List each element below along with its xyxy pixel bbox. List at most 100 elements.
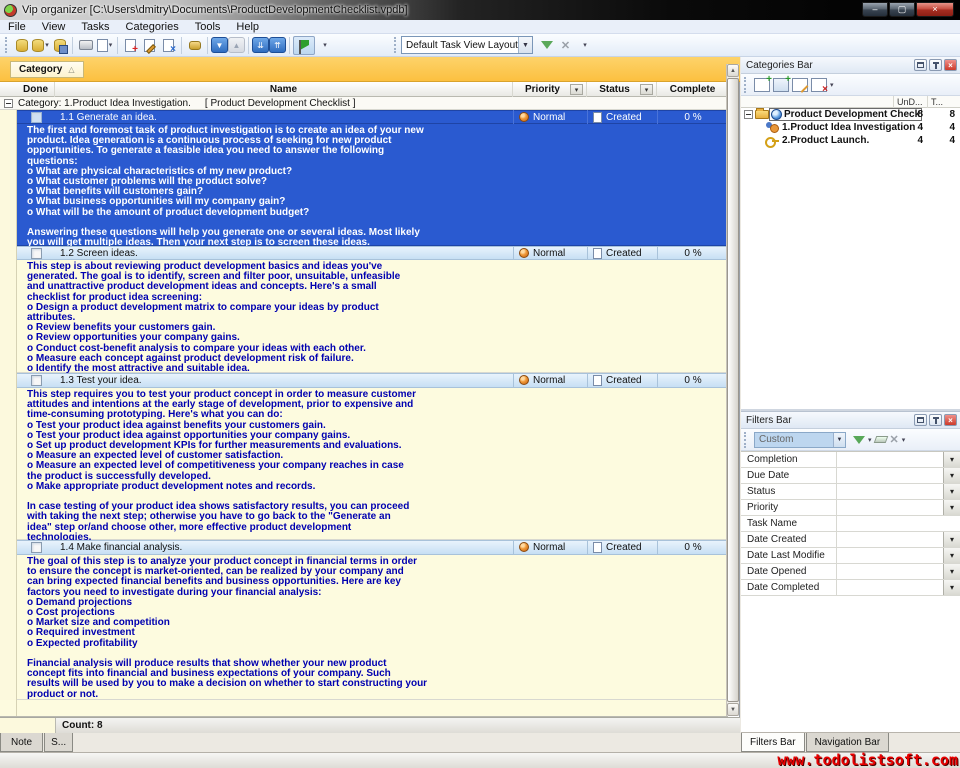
flag-dropdown-icon[interactable]: ▾: [315, 36, 334, 55]
task-description-1-2[interactable]: This step is about reviewing product dev…: [0, 260, 728, 373]
delete-task-icon[interactable]: [159, 36, 178, 55]
filter-value-field[interactable]: [837, 500, 943, 515]
move-task-up-icon[interactable]: ▲: [228, 37, 245, 53]
move-task-down-icon[interactable]: ▼: [211, 37, 228, 53]
undock-panel-icon[interactable]: [914, 59, 927, 71]
filter-value-field[interactable]: [837, 548, 943, 563]
new-subcategory-icon[interactable]: [773, 78, 789, 92]
tree-item-checklist[interactable]: Product Development Check 8 8: [741, 108, 960, 121]
apply-filter-icon[interactable]: [853, 436, 865, 444]
minimize-button[interactable]: –: [862, 2, 888, 17]
flag-task-icon[interactable]: [293, 36, 315, 55]
menu-file[interactable]: File: [0, 20, 34, 34]
column-undone[interactable]: UnD...: [893, 96, 926, 108]
print-icon[interactable]: [76, 36, 95, 55]
task-row-1-3[interactable]: 1.3 Test your idea. Normal Created 0 %: [0, 373, 728, 388]
collapse-group-icon[interactable]: [4, 99, 13, 108]
filter-dropdown-icon[interactable]: [943, 564, 960, 579]
filter-dropdown-icon[interactable]: [943, 452, 960, 467]
scrollbar-thumb[interactable]: [727, 78, 739, 702]
grid-vertical-scrollbar[interactable]: ▲ ▼: [726, 64, 739, 716]
column-header-done[interactable]: Done: [17, 82, 55, 97]
tree-item-launch[interactable]: 2.Product Launch. 4 4: [741, 134, 960, 147]
layout-more-icon[interactable]: ▾: [575, 36, 594, 55]
category-group-row[interactable]: Category: 1.Product Idea Investigation. …: [0, 97, 728, 110]
filter-preset-combo[interactable]: Custom ▼: [754, 432, 846, 448]
task-description-1-3[interactable]: This step requires you to test your prod…: [0, 388, 728, 540]
apply-filter-dropdown-icon[interactable]: ▾: [868, 436, 872, 444]
pin-panel-icon[interactable]: [929, 414, 942, 426]
categories-more-icon[interactable]: ▾: [830, 81, 834, 89]
maximize-button[interactable]: ▢: [889, 2, 915, 17]
pin-panel-icon[interactable]: [929, 59, 942, 71]
task-done-checkbox[interactable]: [31, 542, 42, 553]
apply-layout-icon[interactable]: [537, 36, 556, 55]
filter-value-field[interactable]: [837, 484, 943, 499]
filter-value-field[interactable]: [837, 516, 960, 531]
tab-note[interactable]: Note: [0, 733, 43, 752]
menu-tasks[interactable]: Tasks: [73, 20, 117, 34]
filter-dropdown-icon[interactable]: [943, 580, 960, 595]
filter-dropdown-icon[interactable]: [943, 468, 960, 483]
filters-bar-titlebar[interactable]: Filters Bar ×: [741, 412, 960, 429]
close-panel-icon[interactable]: ×: [944, 414, 957, 426]
task-row-1-1[interactable]: 1.1 Generate an idea. Normal Created 0 %: [0, 110, 728, 124]
edit-task-icon[interactable]: [140, 36, 159, 55]
delete-category-icon[interactable]: [811, 78, 827, 92]
clear-layout-icon[interactable]: ✕: [556, 36, 575, 55]
priority-filter-dropdown-icon[interactable]: [570, 84, 583, 95]
filter-value-field[interactable]: [837, 532, 943, 547]
tab-subtasks[interactable]: S...: [44, 733, 73, 752]
filter-dropdown-icon[interactable]: [943, 548, 960, 563]
clear-filter-icon[interactable]: [873, 436, 888, 443]
new-database-icon[interactable]: [12, 36, 31, 55]
task-done-checkbox[interactable]: [31, 375, 42, 386]
filter-value-field[interactable]: [837, 452, 943, 467]
menu-view[interactable]: View: [34, 20, 74, 34]
column-header-complete[interactable]: Complete: [657, 82, 728, 97]
close-button[interactable]: ×: [916, 2, 954, 17]
edit-category-icon[interactable]: [792, 78, 808, 92]
close-panel-icon[interactable]: ×: [944, 59, 957, 71]
new-task-icon[interactable]: [121, 36, 140, 55]
title-bar[interactable]: Vip organizer [C:\Users\dmitry\Documents…: [0, 0, 960, 20]
menu-tools[interactable]: Tools: [187, 20, 229, 34]
combo-dropdown-icon[interactable]: ▼: [833, 433, 845, 447]
filter-dropdown-icon[interactable]: [943, 484, 960, 499]
toolbar-grip[interactable]: [5, 37, 8, 53]
task-done-checkbox[interactable]: [31, 248, 42, 259]
column-header-name[interactable]: Name: [55, 82, 513, 97]
task-row-1-2[interactable]: 1.2 Screen ideas. Normal Created 0 %: [0, 246, 728, 260]
status-filter-dropdown-icon[interactable]: [640, 84, 653, 95]
combo-dropdown-icon[interactable]: ▼: [518, 37, 532, 53]
empty-grid-row[interactable]: [0, 700, 728, 717]
column-header-priority[interactable]: Priority: [513, 82, 587, 97]
filter-dropdown-icon[interactable]: [943, 532, 960, 547]
expand-all-icon[interactable]: ⇊: [252, 37, 269, 53]
categories-bar-titlebar[interactable]: Categories Bar ×: [741, 57, 960, 74]
print-preview-icon[interactable]: ▾: [95, 36, 114, 55]
assign-task-icon[interactable]: [185, 36, 204, 55]
task-description-1-4[interactable]: The goal of this step is to analyze your…: [0, 555, 728, 700]
task-done-checkbox[interactable]: [31, 112, 42, 123]
save-database-icon[interactable]: [50, 36, 69, 55]
collapse-tree-icon[interactable]: [744, 110, 753, 119]
column-total[interactable]: T...: [927, 96, 960, 108]
task-view-layout-combo[interactable]: Default Task View Layout ▼: [401, 36, 533, 54]
layout-toolbar-grip[interactable]: [394, 37, 397, 53]
menu-help[interactable]: Help: [228, 20, 267, 34]
undock-panel-icon[interactable]: [914, 414, 927, 426]
filters-more-icon[interactable]: ▾: [902, 436, 906, 444]
menu-categories[interactable]: Categories: [118, 20, 187, 34]
collapse-all-icon[interactable]: ⇈: [269, 37, 286, 53]
tab-navigation-bar[interactable]: Navigation Bar: [806, 733, 890, 752]
scroll-up-icon[interactable]: ▲: [727, 64, 739, 77]
delete-filter-icon[interactable]: ✕: [890, 433, 899, 446]
task-description-1-1[interactable]: The first and foremost task of product i…: [0, 124, 728, 246]
open-database-icon[interactable]: ▾: [31, 36, 50, 55]
filter-dropdown-icon[interactable]: [943, 500, 960, 515]
filter-value-field[interactable]: [837, 564, 943, 579]
tab-filters-bar[interactable]: Filters Bar: [741, 733, 805, 752]
scroll-down-icon[interactable]: ▼: [727, 703, 739, 716]
column-header-status[interactable]: Status: [587, 82, 657, 97]
